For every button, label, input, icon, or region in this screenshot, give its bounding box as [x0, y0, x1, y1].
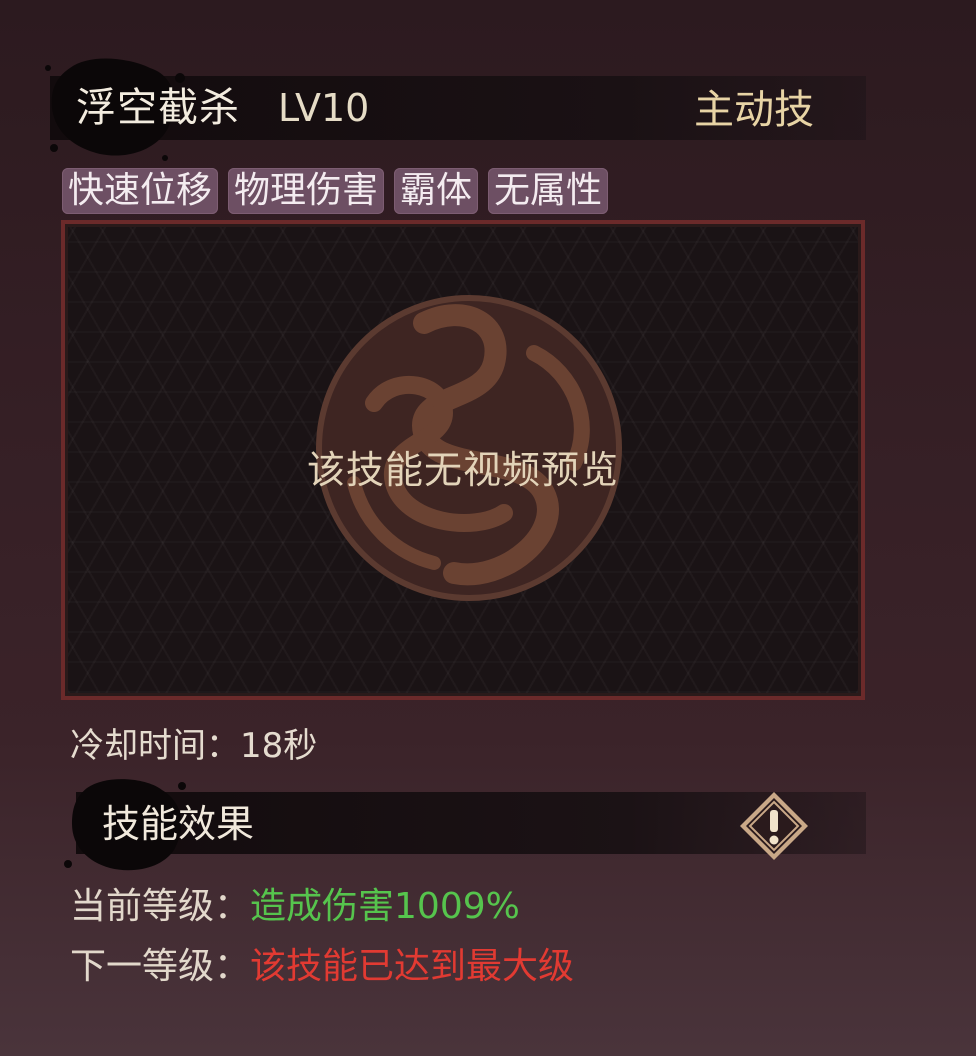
tag-super-armor: 霸体 [394, 168, 479, 214]
cooldown-label: 冷却时间： [70, 726, 240, 766]
tag-physical-damage: 物理伤害 [228, 168, 385, 214]
cooldown-row: 冷却时间：18秒 [70, 722, 317, 770]
current-level-row: 当前等级：造成伤害1009% [70, 882, 520, 932]
next-level-label: 下一等级： [70, 946, 251, 987]
video-preview-area: 该技能无视频预览 [65, 224, 861, 696]
skill-detail-panel: 浮空截杀 LV10 主动技 快速位移 物理伤害 霸体 无属性 该技能无视频预览 … [0, 0, 976, 1056]
current-level-label: 当前等级： [70, 886, 251, 927]
cooldown-value: 18秒 [240, 726, 318, 766]
no-preview-message: 该技能无视频预览 [306, 448, 619, 492]
skill-level: LV10 [278, 86, 370, 130]
skill-tags: 快速位移 物理伤害 霸体 无属性 [62, 168, 609, 216]
current-level-value: 造成伤害1009% [250, 886, 520, 927]
next-level-row: 下一等级：该技能已达到最大级 [70, 942, 574, 992]
next-level-value: 该技能已达到最大级 [250, 946, 575, 987]
exclamation-diamond-icon[interactable] [736, 788, 812, 864]
skill-type: 主动技 [694, 87, 814, 133]
video-preview-frame: 该技能无视频预览 [61, 220, 865, 700]
effects-title: 技能效果 [102, 802, 255, 846]
skill-name: 浮空截杀 [76, 85, 240, 131]
tag-no-element: 无属性 [488, 168, 609, 214]
tag-quick-move: 快速位移 [62, 168, 219, 214]
